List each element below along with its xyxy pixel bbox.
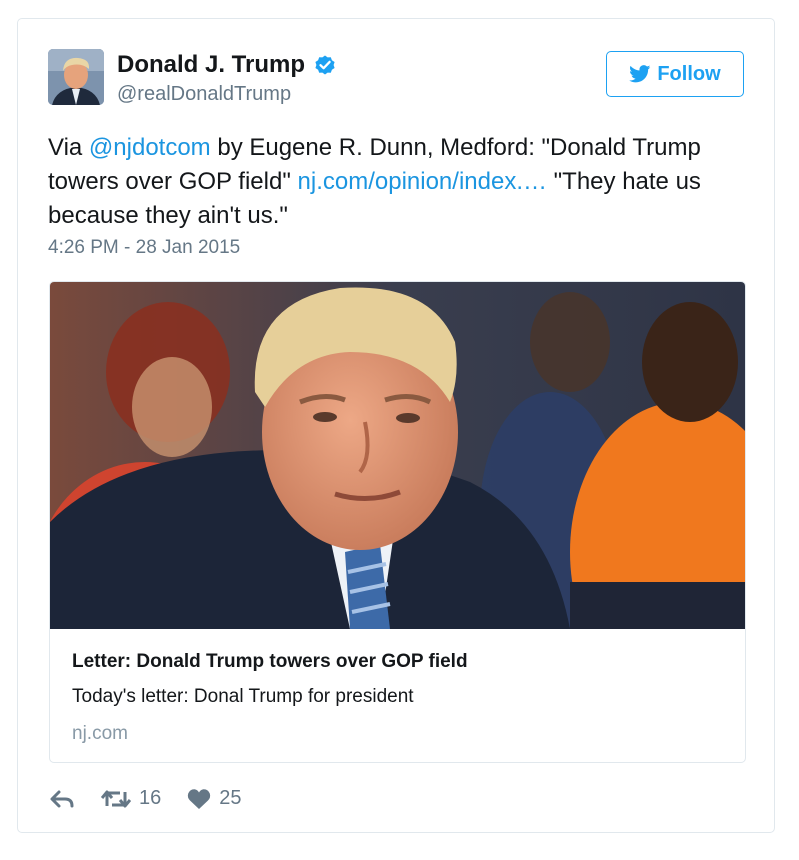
link-card[interactable]: Letter: Donald Trump towers over GOP fie…	[49, 281, 746, 763]
reply-action[interactable]	[49, 789, 75, 809]
verified-badge-icon	[315, 55, 335, 75]
retweet-count: 16	[139, 787, 162, 809]
card-photo	[50, 282, 745, 629]
tweet-card: Donald J. Trump @realDonaldTrump Follow …	[17, 18, 775, 833]
tweet-text: Via @njdotcom by Eugene R. Dunn, Medford…	[48, 131, 738, 233]
avatar-photo	[48, 49, 104, 105]
author-name[interactable]: Donald J. Trump	[117, 51, 305, 79]
timestamp[interactable]: 4:26 PM - 28 Jan 2015	[48, 237, 240, 259]
tweet-actions: 16 25	[49, 787, 268, 810]
card-domain: nj.com	[72, 723, 128, 744]
avatar[interactable]	[48, 49, 104, 105]
follow-button[interactable]: Follow	[606, 51, 744, 97]
author-handle[interactable]: @realDonaldTrump	[117, 83, 291, 106]
follow-label: Follow	[657, 62, 721, 85]
like-count: 25	[219, 787, 242, 809]
author-row: Donald J. Trump	[117, 51, 337, 79]
retweet-action[interactable]: 16	[101, 787, 161, 810]
tweet-text-prefix: Via	[48, 134, 89, 161]
card-description: Today's letter: Donal Trump for presiden…	[72, 686, 414, 707]
heart-icon	[188, 788, 211, 809]
reply-icon	[50, 790, 74, 807]
mention-link[interactable]: @njdotcom	[89, 134, 211, 161]
like-action[interactable]: 25	[187, 787, 242, 810]
twitter-bird-icon	[629, 65, 651, 83]
card-title: Letter: Donald Trump towers over GOP fie…	[72, 651, 468, 672]
url-link[interactable]: nj.com/opinion/index.…	[298, 168, 547, 195]
retweet-icon	[101, 790, 131, 807]
